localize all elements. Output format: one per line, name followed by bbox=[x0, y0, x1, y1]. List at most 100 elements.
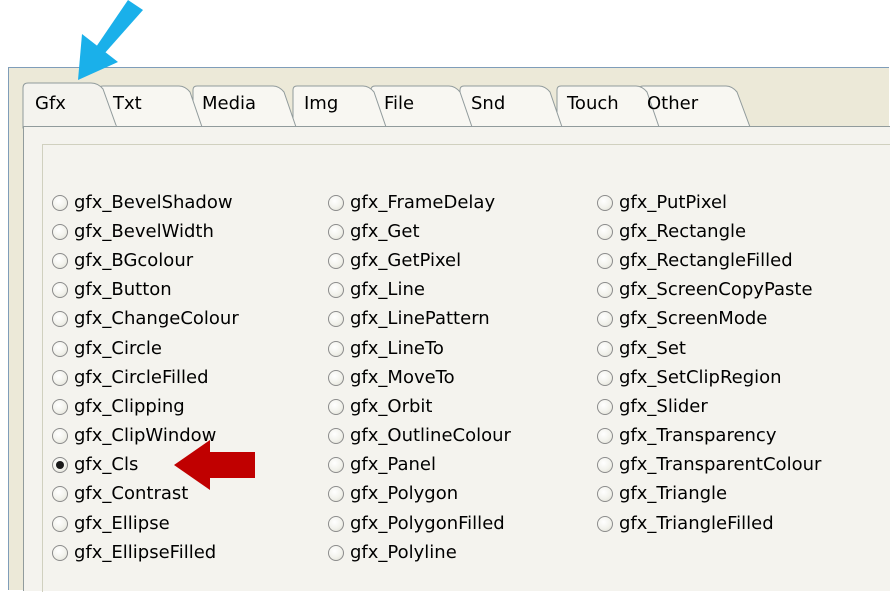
radio-option-gfx-polygon[interactable]: gfx_Polygon bbox=[328, 480, 511, 509]
radio-unchecked-icon[interactable] bbox=[328, 311, 344, 328]
radio-option-gfx-outlinecolour[interactable]: gfx_OutlineColour bbox=[328, 422, 511, 451]
radio-unchecked-icon[interactable] bbox=[52, 282, 68, 299]
tab-gfx[interactable]: Gfx bbox=[35, 93, 66, 115]
radio-option-gfx-lineto[interactable]: gfx_LineTo bbox=[328, 334, 511, 363]
radio-option-gfx-clipping[interactable]: gfx_Clipping bbox=[52, 392, 239, 421]
radio-unchecked-icon[interactable] bbox=[597, 194, 613, 211]
radio-unchecked-icon[interactable] bbox=[52, 311, 68, 328]
radio-unchecked-icon[interactable] bbox=[328, 340, 344, 357]
radio-option-gfx-framedelay[interactable]: gfx_FrameDelay bbox=[328, 188, 511, 217]
radio-unchecked-icon[interactable] bbox=[597, 340, 613, 357]
radio-option-gfx-bevelwidth[interactable]: gfx_BevelWidth bbox=[52, 217, 239, 246]
radio-unchecked-icon[interactable] bbox=[52, 194, 68, 211]
radio-option-label: gfx_Cls bbox=[74, 454, 139, 476]
radio-option-gfx-circlefilled[interactable]: gfx_CircleFilled bbox=[52, 363, 239, 392]
radio-option-label: gfx_Ellipse bbox=[74, 512, 170, 534]
radio-unchecked-icon[interactable] bbox=[597, 486, 613, 503]
radio-unchecked-icon[interactable] bbox=[52, 369, 68, 386]
radio-option-gfx-set[interactable]: gfx_Set bbox=[597, 334, 821, 363]
radio-option-gfx-moveto[interactable]: gfx_MoveTo bbox=[328, 363, 511, 392]
radio-unchecked-icon[interactable] bbox=[52, 398, 68, 415]
radio-option-gfx-getpixel[interactable]: gfx_GetPixel bbox=[328, 246, 511, 275]
radio-option-label: gfx_Triangle bbox=[619, 483, 728, 505]
radio-unchecked-icon[interactable] bbox=[328, 457, 344, 474]
radio-option-gfx-orbit[interactable]: gfx_Orbit bbox=[328, 392, 511, 421]
radio-unchecked-icon[interactable] bbox=[597, 223, 613, 240]
radio-unchecked-icon[interactable] bbox=[328, 515, 344, 532]
radio-option-gfx-putpixel[interactable]: gfx_PutPixel bbox=[597, 188, 821, 217]
radio-option-gfx-ellipse[interactable]: gfx_Ellipse bbox=[52, 509, 239, 538]
radio-option-label: gfx_Slider bbox=[619, 395, 708, 417]
radio-option-gfx-circle[interactable]: gfx_Circle bbox=[52, 334, 239, 363]
radio-unchecked-icon[interactable] bbox=[328, 428, 344, 445]
tab-media[interactable]: Media bbox=[202, 93, 256, 115]
radio-option-gfx-get[interactable]: gfx_Get bbox=[328, 217, 511, 246]
radio-unchecked-icon[interactable] bbox=[52, 428, 68, 445]
radio-option-gfx-triangle[interactable]: gfx_Triangle bbox=[597, 480, 821, 509]
radio-unchecked-icon[interactable] bbox=[328, 544, 344, 561]
radio-option-gfx-clipwindow[interactable]: gfx_ClipWindow bbox=[52, 422, 239, 451]
tab-file[interactable]: File bbox=[384, 93, 414, 115]
radio-option-gfx-screenmode[interactable]: gfx_ScreenMode bbox=[597, 305, 821, 334]
radio-option-gfx-line[interactable]: gfx_Line bbox=[328, 276, 511, 305]
radio-unchecked-icon[interactable] bbox=[597, 398, 613, 415]
radio-unchecked-icon[interactable] bbox=[597, 369, 613, 386]
radio-unchecked-icon[interactable] bbox=[328, 252, 344, 269]
radio-unchecked-icon[interactable] bbox=[597, 311, 613, 328]
radio-option-label: gfx_PolygonFilled bbox=[350, 512, 505, 534]
radio-option-gfx-polyline[interactable]: gfx_Polyline bbox=[328, 538, 511, 567]
radio-option-gfx-ellipsefilled[interactable]: gfx_EllipseFilled bbox=[52, 538, 239, 567]
radio-unchecked-icon[interactable] bbox=[597, 282, 613, 299]
radio-unchecked-icon[interactable] bbox=[597, 515, 613, 532]
radio-unchecked-icon[interactable] bbox=[52, 340, 68, 357]
radio-unchecked-icon[interactable] bbox=[597, 428, 613, 445]
radio-column-3: gfx_PutPixel gfx_Rectangle gfx_RectangleFi… bbox=[597, 188, 821, 538]
tab-touch[interactable]: Touch bbox=[567, 93, 619, 115]
radio-option-gfx-screencopypaste[interactable]: gfx_ScreenCopyPaste bbox=[597, 276, 821, 305]
radio-option-label: gfx_Line bbox=[350, 279, 425, 301]
radio-option-gfx-panel[interactable]: gfx_Panel bbox=[328, 451, 511, 480]
radio-unchecked-icon[interactable] bbox=[52, 486, 68, 503]
tab-other[interactable]: Other bbox=[647, 93, 698, 115]
radio-option-label: gfx_Clipping bbox=[74, 395, 185, 417]
radio-unchecked-icon[interactable] bbox=[52, 515, 68, 532]
radio-option-gfx-contrast[interactable]: gfx_Contrast bbox=[52, 480, 239, 509]
radio-option-gfx-changecolour[interactable]: gfx_ChangeColour bbox=[52, 305, 239, 334]
radio-unchecked-icon[interactable] bbox=[597, 457, 613, 474]
radio-option-gfx-polygonfilled[interactable]: gfx_PolygonFilled bbox=[328, 509, 511, 538]
radio-option-label: gfx_FrameDelay bbox=[350, 191, 496, 213]
radio-unchecked-icon[interactable] bbox=[52, 544, 68, 561]
radio-option-gfx-rectanglefilled[interactable]: gfx_RectangleFilled bbox=[597, 246, 821, 275]
radio-unchecked-icon[interactable] bbox=[597, 252, 613, 269]
radio-unchecked-icon[interactable] bbox=[328, 369, 344, 386]
radio-unchecked-icon[interactable] bbox=[328, 486, 344, 503]
radio-option-gfx-button[interactable]: gfx_Button bbox=[52, 276, 239, 305]
radio-option-gfx-bgcolour[interactable]: gfx_BGcolour bbox=[52, 246, 239, 275]
tab-txt[interactable]: Txt bbox=[113, 93, 142, 115]
radio-option-gfx-rectangle[interactable]: gfx_Rectangle bbox=[597, 217, 821, 246]
radio-unchecked-icon[interactable] bbox=[328, 282, 344, 299]
radio-option-gfx-transparency[interactable]: gfx_Transparency bbox=[597, 422, 821, 451]
radio-unchecked-icon[interactable] bbox=[328, 223, 344, 240]
radio-option-label: gfx_Set bbox=[619, 337, 686, 359]
radio-checked-icon[interactable] bbox=[52, 457, 68, 474]
tab-img[interactable]: Img bbox=[304, 93, 338, 115]
radio-option-gfx-cls[interactable]: gfx_Cls bbox=[52, 451, 239, 480]
radio-option-gfx-trianglefilled[interactable]: gfx_TriangleFilled bbox=[597, 509, 821, 538]
radio-option-gfx-transparentcolour[interactable]: gfx_TransparentColour bbox=[597, 451, 821, 480]
radio-option-gfx-setclipregion[interactable]: gfx_SetClipRegion bbox=[597, 363, 821, 392]
radio-option-gfx-linepattern[interactable]: gfx_LinePattern bbox=[328, 305, 511, 334]
radio-option-gfx-bevelshadow[interactable]: gfx_BevelShadow bbox=[52, 188, 239, 217]
radio-unchecked-icon[interactable] bbox=[52, 252, 68, 269]
radio-option-label: gfx_LinePattern bbox=[350, 308, 490, 330]
radio-option-label: gfx_Button bbox=[74, 279, 172, 301]
tab-snd[interactable]: Snd bbox=[471, 93, 505, 115]
radio-unchecked-icon[interactable] bbox=[328, 398, 344, 415]
radio-option-label: gfx_ChangeColour bbox=[74, 308, 239, 330]
radio-unchecked-icon[interactable] bbox=[52, 223, 68, 240]
radio-unchecked-icon[interactable] bbox=[328, 194, 344, 211]
radio-option-label: gfx_Polyline bbox=[350, 541, 457, 563]
radio-option-label: gfx_Circle bbox=[74, 337, 162, 359]
radio-option-label: gfx_Rectangle bbox=[619, 220, 747, 242]
radio-option-gfx-slider[interactable]: gfx_Slider bbox=[597, 392, 821, 421]
